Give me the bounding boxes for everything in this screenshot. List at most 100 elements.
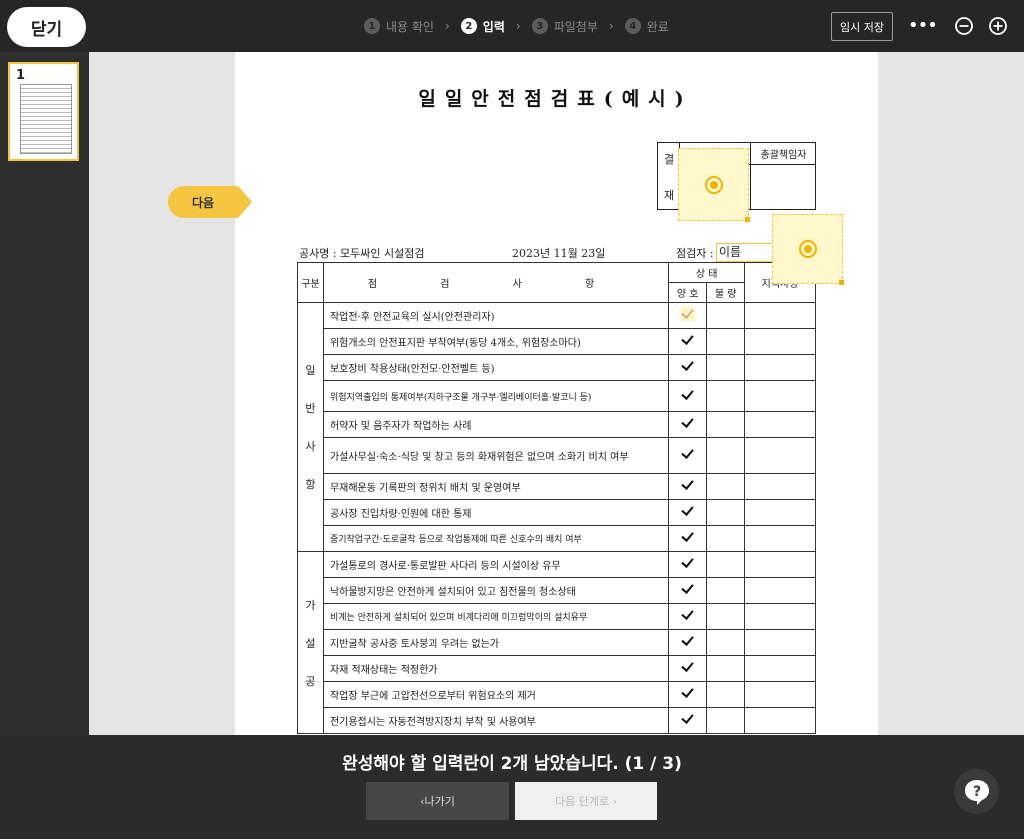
exit-button[interactable]: ‹나가기 xyxy=(366,782,509,820)
good-checkbox[interactable] xyxy=(668,551,708,578)
resize-handle[interactable] xyxy=(745,217,750,222)
bad-checkbox[interactable] xyxy=(706,551,746,578)
bad-checkbox[interactable] xyxy=(706,499,746,526)
zoom-in-icon[interactable] xyxy=(988,16,1008,36)
header-bad: 불 량 xyxy=(706,282,746,303)
target-icon xyxy=(704,175,723,194)
bad-checkbox[interactable] xyxy=(706,354,746,381)
note-cell xyxy=(744,354,816,381)
check-icon xyxy=(681,447,695,461)
step-3-number: 3 xyxy=(531,18,548,34)
step-1: 1 내용 확인 xyxy=(364,18,434,35)
temp-save-button[interactable]: 임시 저장 xyxy=(831,12,893,41)
table-cell-item: 중기작업구간·도로굴착 등으로 작업통제에 따른 신호수의 배치 여부 xyxy=(322,525,670,552)
section-letter: 사 xyxy=(305,440,316,453)
table-row: 허약자 및 음주자가 작업하는 사례 xyxy=(298,411,816,438)
note-cell xyxy=(744,681,816,708)
bad-checkbox[interactable] xyxy=(706,473,746,500)
inspection-date: 2023년 11월 23일 xyxy=(512,247,606,260)
note-cell xyxy=(744,473,816,500)
note-cell xyxy=(744,629,816,656)
check-icon xyxy=(681,504,695,518)
table-row: 지반굴착 공사중 토사붕괴 우려는 없는가 xyxy=(298,629,816,656)
next-field-tag[interactable]: 다음 xyxy=(168,186,252,218)
section-letter: 설 xyxy=(305,636,316,650)
table-cell-item: 보호장비 착용상태(안전모·안전벨트 등) xyxy=(322,354,670,381)
good-checkbox[interactable] xyxy=(668,681,708,708)
good-checkbox[interactable] xyxy=(668,525,708,552)
good-checkbox[interactable] xyxy=(668,380,708,412)
bad-checkbox[interactable] xyxy=(706,577,746,604)
good-checkbox[interactable] xyxy=(668,328,708,355)
table-row: 공사장 진입차량·인원에 대한 통제 xyxy=(298,499,816,526)
table-row: 낙하물방지망은 안전하게 설치되어 있고 침전물의 청소상태 xyxy=(298,577,816,604)
good-checkbox[interactable] xyxy=(668,499,708,526)
good-checkbox[interactable] xyxy=(668,302,708,329)
table-cell-item: 작업장 부근에 고압전선으로부터 위험요소의 제거 xyxy=(322,681,670,708)
approval-label-bottom: 재 xyxy=(664,189,675,202)
bad-checkbox[interactable] xyxy=(706,328,746,355)
chevron-right-icon: › xyxy=(608,19,614,33)
table-row: 가 설 공 가설통로의 경사로·통로발판 사다리 등의 시설이상 유무 xyxy=(297,551,816,734)
good-checkbox[interactable] xyxy=(668,603,708,630)
check-icon xyxy=(681,686,695,700)
bad-checkbox[interactable] xyxy=(706,380,746,412)
bad-checkbox[interactable] xyxy=(706,707,746,734)
section-letter: 가 xyxy=(305,598,316,612)
help-icon[interactable]: ? xyxy=(954,769,999,814)
signature-field[interactable] xyxy=(678,148,750,222)
good-checkbox[interactable] xyxy=(668,411,708,438)
table-cell-item: 허약자 및 음주자가 작업하는 사례 xyxy=(322,411,670,438)
table-cell-item: 자재 적재상태는 적정한가 xyxy=(322,655,670,682)
page-thumbnail-panel: 1 xyxy=(0,52,89,735)
more-horizontal-icon[interactable]: ••• xyxy=(908,16,938,36)
bad-checkbox[interactable] xyxy=(706,411,746,438)
svg-text:?: ? xyxy=(972,784,980,800)
thumbnail-preview xyxy=(20,84,72,154)
stamp-field[interactable] xyxy=(772,214,844,285)
bad-checkbox[interactable] xyxy=(706,525,746,552)
thumbnail-page-number: 1 xyxy=(16,68,26,83)
header-items: 점 검 사 항 xyxy=(322,262,670,303)
check-icon xyxy=(681,359,695,373)
table-row: 중기작업구간·도로굴착 등으로 작업통제에 따른 신호수의 배치 여부 xyxy=(298,525,816,552)
good-checkbox[interactable] xyxy=(668,473,708,500)
step-1-number: 1 xyxy=(364,18,380,34)
check-icon xyxy=(681,388,695,402)
table-row: 비계는 안전하게 설치되어 있으며 비계다리에 미끄럼막이의 설치유무 xyxy=(298,603,816,630)
table-cell-item: 가설통로의 경사로·통로발판 사다리 등의 시설이상 유무 xyxy=(322,551,670,578)
good-checkbox[interactable] xyxy=(668,354,708,381)
check-icon xyxy=(681,712,695,726)
table-header-row: 구분 점 검 사 항 상 태 지적사항 xyxy=(297,262,816,303)
check-icon xyxy=(681,608,695,622)
step-indicator: 1 내용 확인 › 2 입력 › 3 파일첨부 › 4 완료 xyxy=(364,17,669,35)
good-checkbox[interactable] xyxy=(668,629,708,656)
close-button[interactable]: 닫기 xyxy=(7,7,86,47)
next-step-button[interactable]: 다음 단계로 › xyxy=(515,782,657,820)
table-cell-item: 무재해운동 기록판의 정위치 배치 및 운영여부 xyxy=(322,473,670,500)
approval-label-top: 결 xyxy=(664,153,675,166)
note-cell xyxy=(744,328,816,355)
section-letter: 일 xyxy=(305,364,316,377)
zoom-out-icon[interactable] xyxy=(954,16,974,36)
project-name: 공사명 : 모두싸인 시설점검 xyxy=(299,247,425,260)
bad-checkbox[interactable] xyxy=(706,681,746,708)
bad-checkbox[interactable] xyxy=(706,629,746,656)
bad-checkbox[interactable] xyxy=(706,655,746,682)
table-cell-item: 위험개소의 안전표지판 부착여부(동당 4개소, 위험장소마다) xyxy=(322,328,670,355)
bad-checkbox[interactable] xyxy=(706,302,746,329)
resize-handle[interactable] xyxy=(839,280,844,285)
chevron-right-icon: › xyxy=(444,19,450,33)
good-checkbox[interactable] xyxy=(668,577,708,604)
check-icon xyxy=(681,556,695,570)
inspector-name-field[interactable]: 이름 xyxy=(716,243,774,262)
good-checkbox[interactable] xyxy=(668,437,708,474)
good-checkbox[interactable] xyxy=(668,707,708,734)
page-thumbnail[interactable]: 1 xyxy=(8,62,79,161)
bad-checkbox[interactable] xyxy=(706,437,746,474)
approval-header-2: 총괄책임자 xyxy=(750,143,816,165)
table-row: 작업장 부근에 고압전선으로부터 위험요소의 제거 xyxy=(298,681,816,708)
good-checkbox[interactable] xyxy=(668,655,708,682)
table-cell-item: 지반굴착 공사중 토사붕괴 우려는 없는가 xyxy=(322,629,670,656)
bad-checkbox[interactable] xyxy=(706,603,746,630)
